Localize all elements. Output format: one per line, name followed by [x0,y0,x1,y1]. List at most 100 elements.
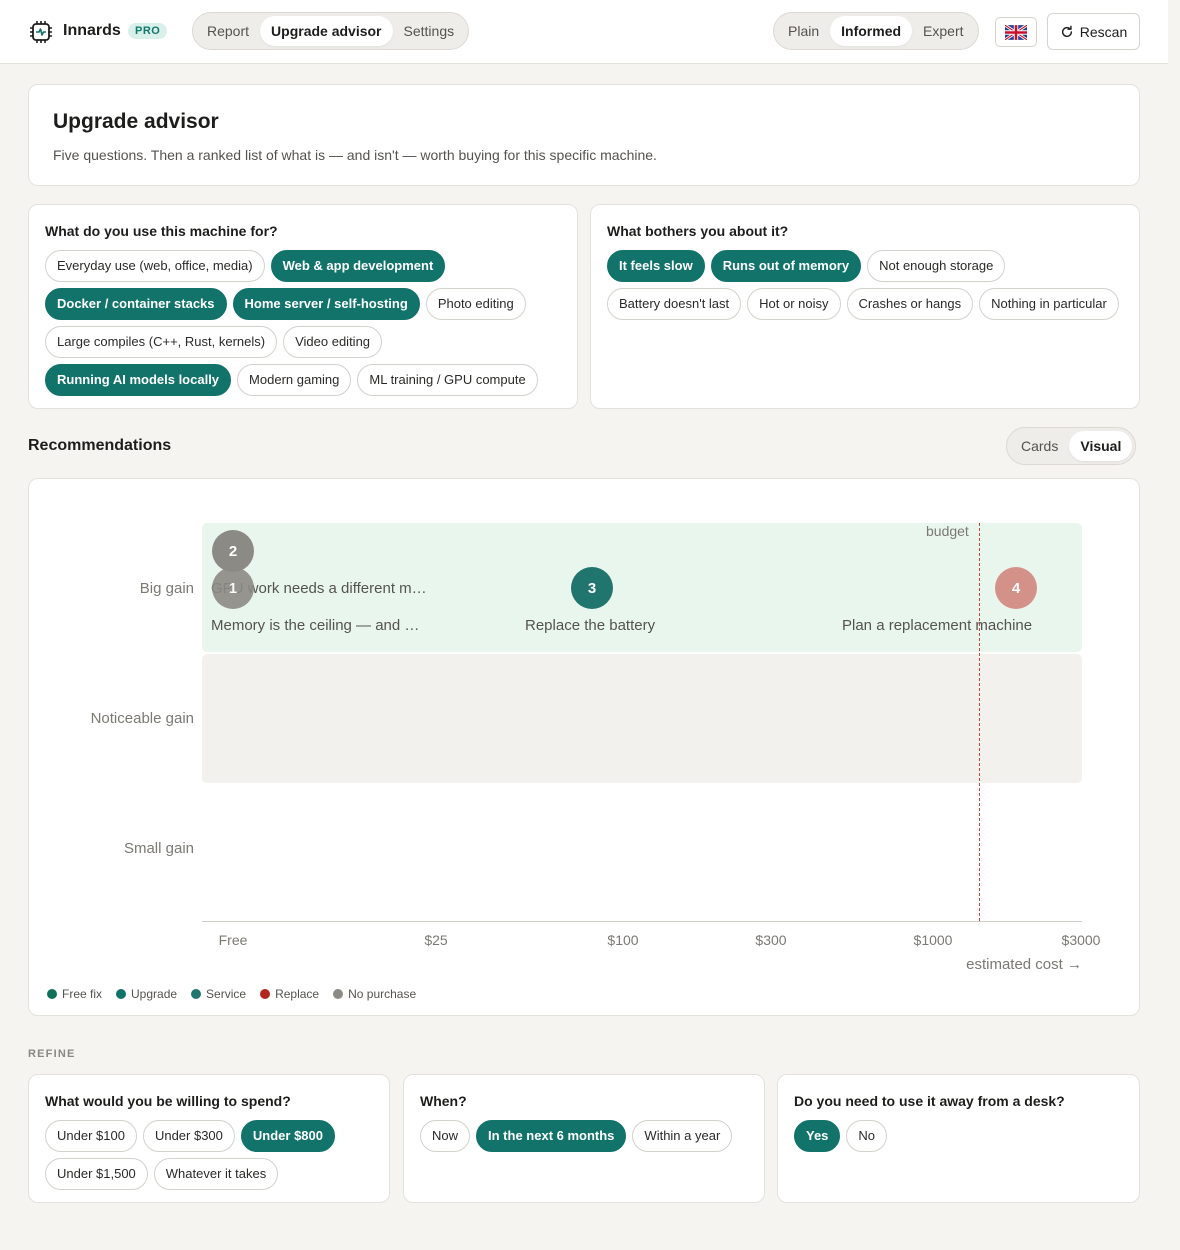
chip-large-compiles[interactable]: Large compiles (C++, Rust, kernels) [45,326,278,358]
legend-label: No purchase [348,987,417,1001]
legend-label: Upgrade [131,987,178,1001]
chip-nothing[interactable]: Nothing in particular [979,288,1119,320]
budget-line [979,523,980,921]
x-axis-line [202,921,1082,922]
detail-mode-switch: Plain Informed Expert [773,12,979,50]
legend-label: Replace [275,987,320,1001]
top-bar: Innards PRO Report Upgrade advisor Setti… [0,0,1168,64]
when-chip-group: Now In the next 6 months Within a year [420,1120,754,1152]
pro-badge: PRO [128,23,168,39]
chip-no[interactable]: No [846,1120,888,1152]
mode-expert[interactable]: Expert [912,16,974,46]
recommendations-heading: Recommendations [28,437,172,454]
chip-within-a-year[interactable]: Within a year [632,1120,733,1152]
chip-home-server[interactable]: Home server / self-hosting [232,288,420,320]
legend-swatch [191,989,202,999]
chip-web-dev[interactable]: Web & app development [270,250,446,282]
chip-under-1500[interactable]: Under $1,500 [45,1158,148,1190]
x-tick-1000: $1000 [913,932,953,948]
chip-ml-training[interactable]: ML training / GPU compute [357,364,538,396]
chip-not-enough-storage[interactable]: Not enough storage [867,250,1006,282]
usage-question-card: What do you use this machine for? Everyd… [28,204,578,409]
point-label-4: Plan a replacement machine [842,617,1033,634]
app-name: Innards [63,22,121,39]
point-marker-4[interactable]: 4 [995,567,1037,609]
x-tick-25: $25 [424,932,448,948]
chart-legend: Free fix Upgrade Service Replace No purc… [47,987,416,1001]
refresh-icon [1061,25,1072,37]
uk-flag-icon [1005,24,1027,40]
when-question-title: When? [420,1093,467,1109]
chip-under-100[interactable]: Under $100 [45,1120,137,1152]
legend-swatch [47,989,57,999]
chip-photo-editing[interactable]: Photo editing [425,288,526,320]
view-visual[interactable]: Visual [1069,431,1133,461]
x-tick-3000: $3000 [1061,932,1101,948]
legend-service: Service [191,987,246,1001]
band-noticeable-gain [202,654,1082,783]
away-chip-group: Yes No [794,1120,1129,1152]
language-button[interactable] [995,17,1037,47]
chip-docker[interactable]: Docker / container stacks [45,288,227,320]
point-label-1: Memory is the ceiling — and … [211,617,420,634]
chip-everyday-use[interactable]: Everyday use (web, office, media) [45,250,265,282]
chip-under-300[interactable]: Under $300 [142,1120,235,1152]
main-nav-tabs: Report Upgrade advisor Settings [192,12,470,50]
x-tick-300: $300 [755,932,787,948]
chip-ai-models[interactable]: Running AI models locally [45,364,232,396]
page-subtitle: Five questions. Then a ranked list of wh… [53,147,657,163]
y-label-noticeable-gain: Noticeable gain [90,710,194,727]
spend-chip-group: Under $100 Under $300 Under $800 Under $… [45,1120,379,1190]
spend-question-card: What would you be willing to spend? Unde… [28,1074,390,1203]
intro-card: Upgrade advisor Five questions. Then a r… [28,84,1140,186]
x-axis-title: estimated cost → [966,956,1082,973]
spend-question-title: What would you be willing to spend? [45,1093,291,1109]
legend-swatch [116,989,127,999]
point-label-3: Replace the battery [525,617,656,634]
tab-upgrade-advisor[interactable]: Upgrade advisor [260,16,393,46]
chip-now[interactable]: Now [420,1120,471,1152]
point-marker-3[interactable]: 3 [571,567,613,609]
legend-swatch [333,989,344,999]
chip-video-editing[interactable]: Video editing [283,326,383,358]
view-switch: Cards Visual [1006,427,1137,465]
x-tick-100: $100 [607,932,639,948]
bothers-chip-group: It feels slow Runs out of memory Not eno… [607,250,1129,320]
rescan-label: Rescan [1079,23,1128,40]
mode-informed[interactable]: Informed [830,16,913,46]
legend-label: Free fix [62,987,103,1001]
legend-upgrade: Upgrade [116,987,177,1001]
chip-out-of-memory[interactable]: Runs out of memory [710,250,862,282]
legend-swatch [260,989,271,999]
chip-crashes[interactable]: Crashes or hangs [846,288,974,320]
y-label-small-gain: Small gain [123,840,194,857]
chip-whatever-it-takes[interactable]: Whatever it takes [153,1158,279,1190]
point-marker-2[interactable]: 2 [212,530,254,572]
legend-replace: Replace [260,987,319,1001]
x-tick-free: Free [218,932,248,948]
legend-label: Service [206,987,247,1001]
legend-no-purchase: No purchase [333,987,416,1001]
budget-label: budget [926,523,969,539]
rescan-button[interactable]: Rescan [1047,13,1140,50]
chip-feels-slow[interactable]: It feels slow [607,250,705,282]
chip-modern-gaming[interactable]: Modern gaming [237,364,352,396]
chip-logo-icon [30,21,52,43]
mode-plain[interactable]: Plain [777,16,830,46]
when-question-card: When? Now In the next 6 months Within a … [403,1074,765,1203]
view-cards[interactable]: Cards [1010,431,1069,461]
y-label-big-gain: Big gain [139,580,194,597]
legend-free-fix: Free fix [47,987,102,1001]
page-title: Upgrade advisor [53,110,219,133]
chip-hot-noisy[interactable]: Hot or noisy [747,288,841,320]
usage-question-title: What do you use this machine for? [45,223,278,239]
chip-under-800[interactable]: Under $800 [240,1120,335,1152]
refine-heading: REFINE [28,1048,76,1060]
usage-chip-group: Everyday use (web, office, media) Web & … [45,250,567,396]
tab-report[interactable]: Report [196,16,260,46]
point-marker-1[interactable]: 1 [212,567,254,609]
chip-next-6-months[interactable]: In the next 6 months [476,1120,627,1152]
chip-yes[interactable]: Yes [794,1120,841,1152]
chip-battery[interactable]: Battery doesn't last [607,288,742,320]
tab-settings[interactable]: Settings [393,16,466,46]
